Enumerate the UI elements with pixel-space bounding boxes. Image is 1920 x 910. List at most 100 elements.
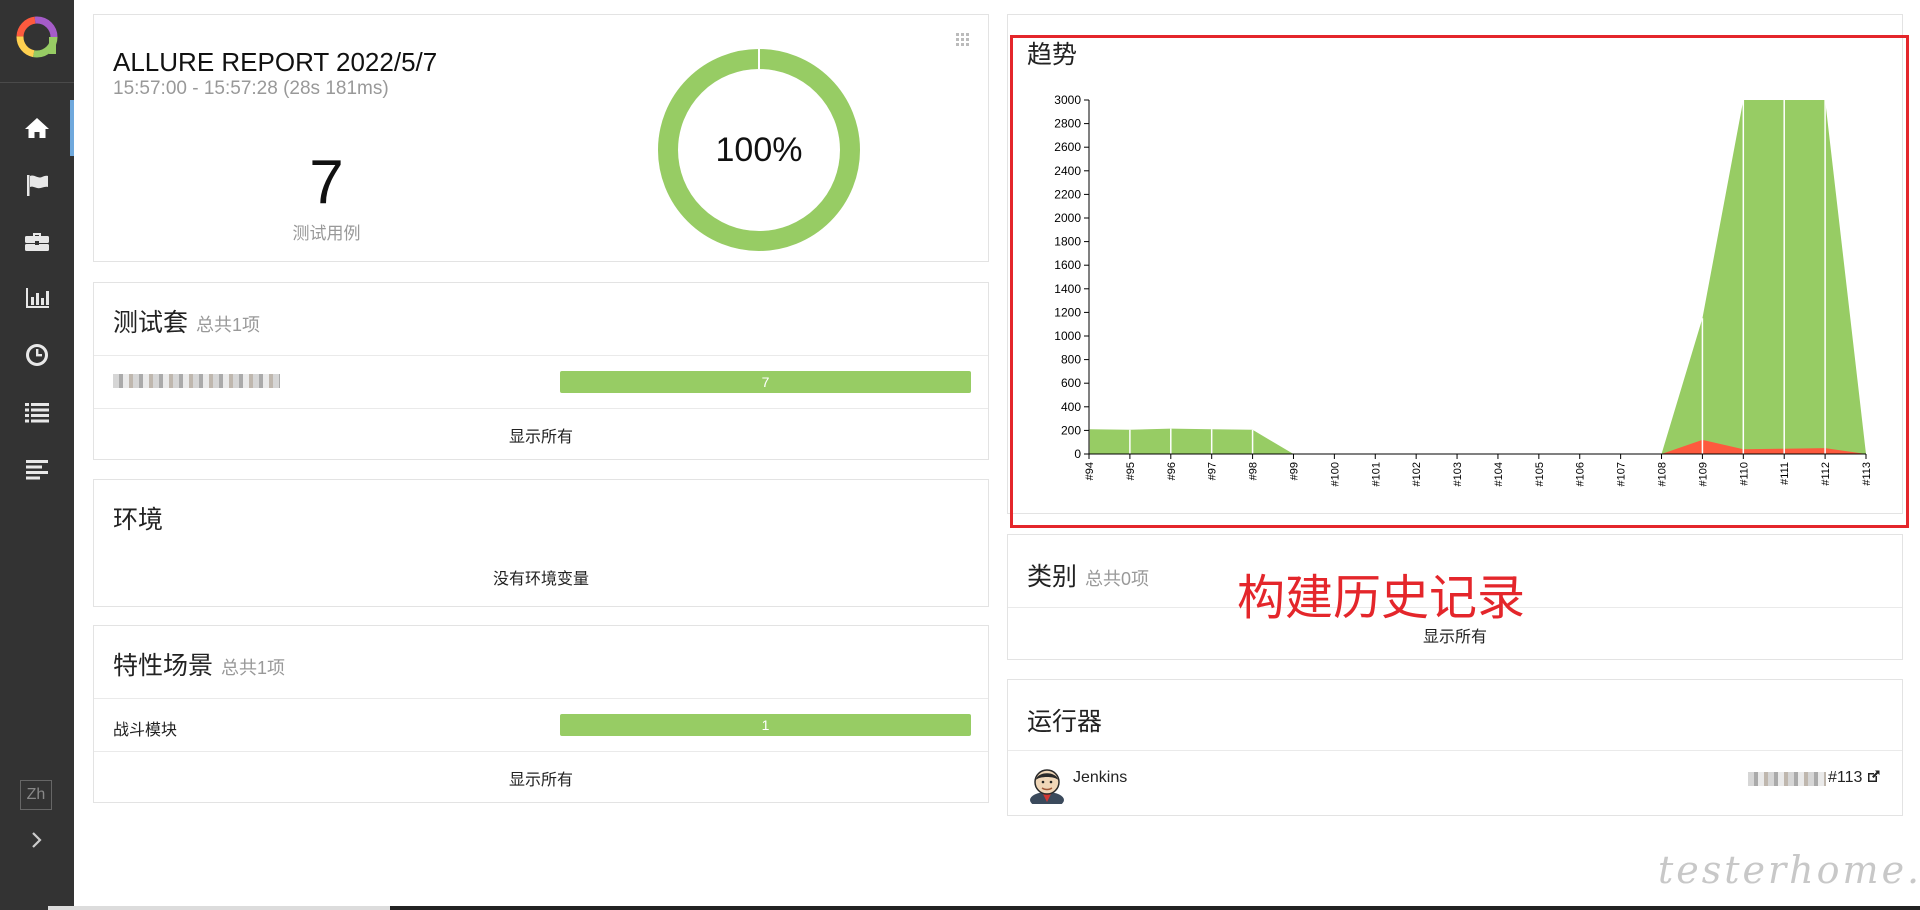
executor-name: Jenkins: [1073, 769, 1128, 786]
report-title: ALLURE REPORT 2022/5/7: [113, 47, 438, 77]
trend-x-tick-label: #97: [1207, 462, 1219, 480]
suites-count: 总共1项: [196, 315, 261, 335]
trend-y-tick-label: 1800: [1054, 235, 1081, 249]
align-left-icon: [26, 460, 48, 480]
home-icon: [25, 118, 49, 138]
trend-y-tick-label: 200: [1061, 423, 1081, 437]
suites-widget: 测试套 总共1项 7 显示所有: [93, 282, 989, 460]
trend-y-tick-label: 2600: [1054, 140, 1081, 154]
suite-name-redacted[interactable]: [113, 374, 280, 388]
executor-build-number[interactable]: #113: [1828, 769, 1862, 786]
annotation-text: 构建历史记录: [1237, 572, 1526, 625]
executor-build-redacted: [1748, 772, 1826, 786]
bar-chart-icon: [26, 288, 49, 308]
total-test-count: 7: [309, 148, 344, 217]
clock-icon: [26, 344, 49, 366]
trend-widget: 趋势 0 200 400 600 800 1000 1200 1400 1600 1800 2000…: [1007, 14, 1903, 514]
pass-rate-percent: 100%: [715, 130, 803, 169]
trend-y-tick-label: 1200: [1054, 305, 1081, 319]
trend-x-tick-label: #112: [1820, 462, 1832, 486]
trend-x-tick-label: #107: [1616, 462, 1628, 486]
suites-title: 测试套 总共1项: [113, 303, 260, 339]
categories-title: 类别 总共0项: [1027, 557, 1149, 593]
categories-title-text: 类别: [1027, 563, 1078, 591]
scrollbar-track: [48, 906, 390, 910]
trend-x-tick-label: #102: [1411, 462, 1423, 486]
trend-y-tick-label: 600: [1061, 376, 1081, 390]
trend-x-tick-label: #94: [1084, 462, 1096, 480]
row-divider: [94, 751, 988, 752]
nav-packages[interactable]: [0, 441, 74, 497]
features-count: 总共1项: [221, 658, 286, 678]
trend-y-tick-label: 1600: [1054, 258, 1081, 272]
trend-x-tick-label: #109: [1697, 462, 1709, 486]
briefcase-icon: [25, 233, 49, 251]
trend-x-tick-label: #98: [1248, 462, 1260, 480]
sidebar-divider: [0, 82, 74, 83]
trend-y-tick-label: 800: [1061, 353, 1081, 367]
trend-x-tick-label: #108: [1657, 462, 1669, 486]
trend-x-tick-label: #106: [1575, 462, 1587, 486]
trend-x-tick-label: #103: [1452, 462, 1464, 486]
report-time: 15:57:00 - 15:57:28 (28s 181ms): [113, 78, 389, 99]
trend-area-series-0: [1089, 100, 1866, 454]
executors-widget: 运行器 Jenkins #113: [1007, 679, 1903, 816]
sidebar: Zh: [0, 0, 74, 910]
features-title-text: 特性场景: [113, 652, 214, 680]
jenkins-avatar-icon: [1030, 769, 1064, 804]
suites-title-text: 测试套: [113, 309, 189, 337]
trend-y-tick-label: 400: [1061, 400, 1081, 414]
trend-chart: 0 200 400 600 800 1000 1200 1400 1600 1800 2000 220…: [1054, 93, 1873, 486]
nav-suites[interactable]: [0, 213, 74, 269]
row-divider: [94, 408, 988, 409]
drag-grid-icon[interactable]: [956, 33, 970, 47]
features-show-all-link[interactable]: 显示所有: [94, 766, 988, 790]
trend-x-tick-label: #113: [1861, 462, 1873, 486]
feature-name[interactable]: 战斗模块: [113, 716, 177, 740]
flag-icon: [27, 175, 48, 196]
trend-y-tick-label: 0: [1074, 447, 1081, 461]
trend-y-tick-label: 1400: [1054, 282, 1081, 296]
trend-x-tick-label: #100: [1329, 462, 1341, 486]
language-button[interactable]: Zh: [20, 780, 52, 810]
scrollbar-thumb[interactable]: [390, 906, 1920, 910]
trend-x-tick-label: #101: [1370, 462, 1382, 486]
feature-passed-bar[interactable]: 1: [560, 714, 971, 736]
trend-y-tick-label: 2800: [1054, 117, 1081, 131]
row-divider: [94, 698, 988, 699]
nav-categories[interactable]: [0, 157, 74, 213]
environment-widget: 环境 没有环境变量: [93, 479, 989, 607]
list-icon: [25, 403, 49, 423]
nav-graphs[interactable]: [0, 270, 74, 326]
nav-overview[interactable]: [0, 100, 74, 156]
expand-sidebar-button[interactable]: [22, 826, 50, 854]
chevron-right-icon: [32, 832, 42, 848]
total-test-label: 测试用例: [292, 224, 361, 243]
row-divider: [94, 355, 988, 356]
trend-x-tick-label: #96: [1166, 462, 1178, 480]
trend-y-tick-label: 2400: [1054, 164, 1081, 178]
trend-x-tick-label: #111: [1779, 462, 1791, 485]
summary-widget: ALLURE REPORT 2022/5/7 15:57:00 - 15:57:…: [93, 14, 989, 262]
nav-behaviors[interactable]: [0, 384, 74, 440]
watermark: testerhome.com: [1658, 848, 1920, 892]
trend-y-tick-label: 1000: [1054, 329, 1081, 343]
trend-y-tick-label: 3000: [1054, 93, 1081, 107]
features-widget: 特性场景 总共1项 战斗模块 1 显示所有: [93, 625, 989, 803]
row-divider: [1008, 750, 1902, 751]
environment-empty-text: 没有环境变量: [492, 571, 589, 588]
environment-title: 环境: [113, 506, 164, 534]
suite-passed-bar[interactable]: 7: [560, 371, 971, 393]
trend-x-tick-label: #105: [1534, 462, 1546, 486]
executor-build-link[interactable]: #113: [1828, 769, 1881, 787]
categories-count: 总共0项: [1085, 569, 1150, 589]
trend-y-tick-label: 2000: [1054, 211, 1081, 225]
nav-timeline[interactable]: [0, 327, 74, 383]
suites-show-all-link[interactable]: 显示所有: [94, 423, 988, 447]
trend-y-tick-label: 2200: [1054, 187, 1081, 201]
allure-logo-icon[interactable]: [14, 14, 60, 60]
trend-x-tick-label: #95: [1125, 462, 1137, 480]
executors-title: 运行器: [1027, 708, 1103, 736]
trend-x-tick-label: #99: [1288, 462, 1300, 480]
features-title: 特性场景 总共1项: [113, 646, 285, 682]
